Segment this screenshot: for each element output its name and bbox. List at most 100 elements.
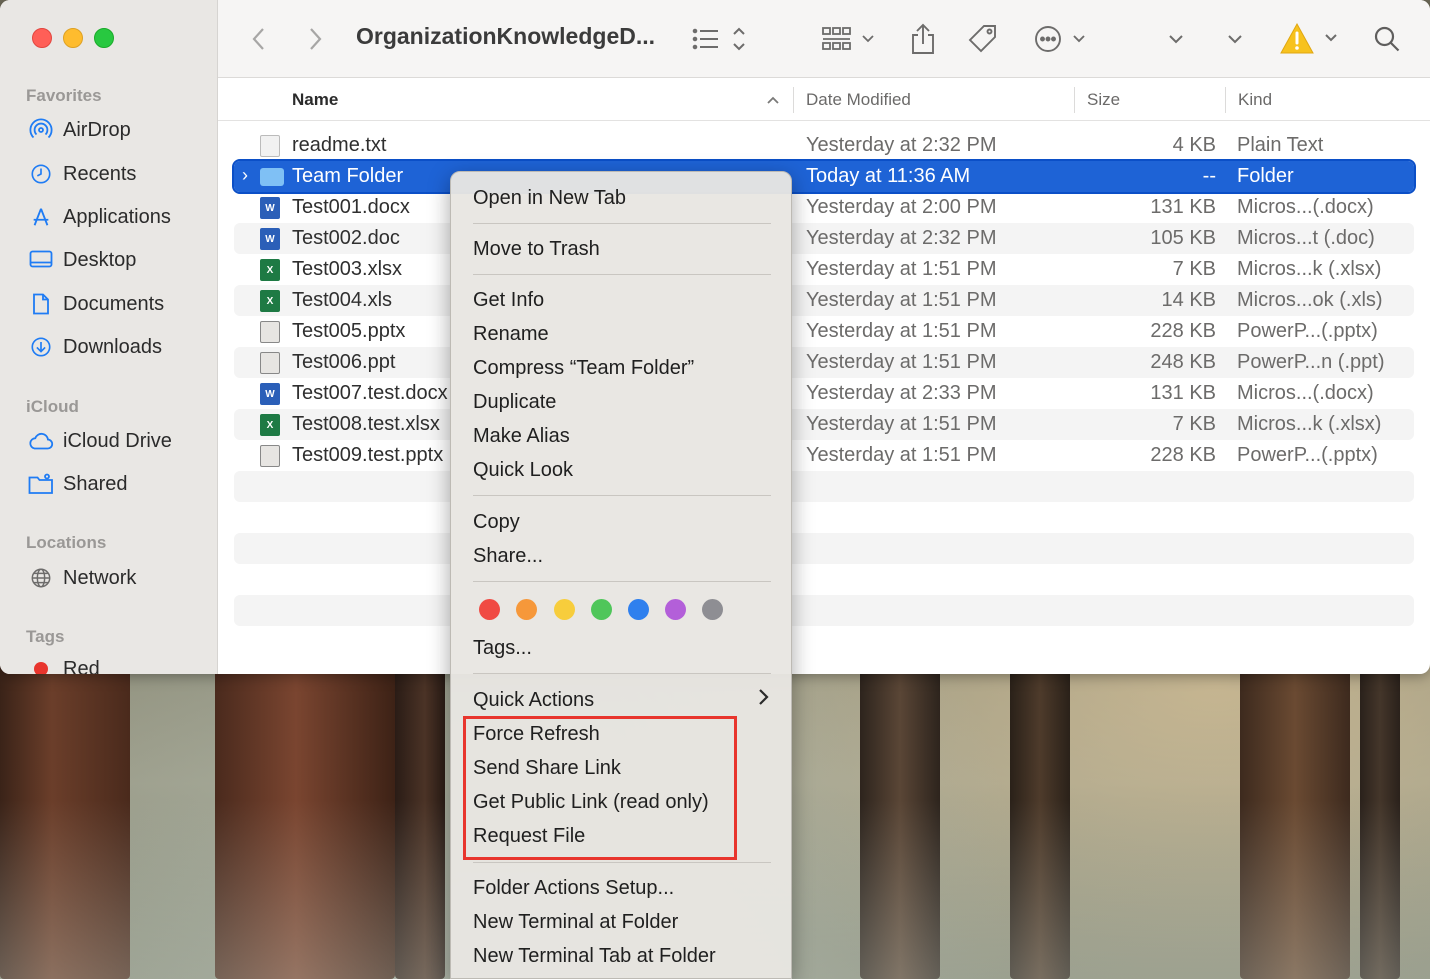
file-name: Test004.xls [292,289,393,311]
tag-color-red[interactable] [479,599,500,620]
toolbar-dropdown-1[interactable] [1168,20,1184,58]
tag-button[interactable] [968,20,998,58]
globe-icon [28,565,54,591]
file-name: Test001.docx [292,196,410,218]
tag-color-green[interactable] [591,599,612,620]
menu-item-quick-actions[interactable]: Quick Actions [473,689,594,712]
menu-item-tags[interactable]: Tags... [473,637,532,660]
sidebar-item-network[interactable]: Network [28,561,208,595]
file-name: Test002.doc [292,227,400,249]
toolbar: OrganizationKnowledgeD... [218,0,1430,78]
menu-item-folder-actions-setup[interactable]: Folder Actions Setup... [473,877,674,900]
menu-item-move-to-trash[interactable]: Move to Trash [473,238,600,261]
menu-item-duplicate[interactable]: Duplicate [473,391,556,414]
maximize-window-button[interactable] [94,28,114,48]
file-date: Yesterday at 2:00 PM [806,196,997,218]
powerpoint-file-icon [260,445,280,467]
sidebar-item-downloads[interactable]: Downloads [28,330,208,364]
chevron-down-icon [1169,35,1183,44]
airdrop-icon [28,117,54,143]
tag-color-purple[interactable] [665,599,686,620]
sort-ascending-icon[interactable] [766,95,780,105]
window-title: OrganizationKnowledgeD... [356,23,656,49]
sidebar-item-documents[interactable]: Documents [28,287,208,321]
file-row[interactable]: W Test002.doc Yesterday at 2:32 PM 105 K… [234,223,1414,254]
file-row[interactable]: X Test008.test.xlsx Yesterday at 1:51 PM… [234,409,1414,440]
column-kind-header[interactable]: Kind [1238,90,1272,110]
file-kind: PowerP...(.pptx) [1237,320,1378,342]
share-button[interactable] [910,20,936,58]
file-row[interactable]: W Test001.docx Yesterday at 2:00 PM 131 … [234,192,1414,223]
file-row[interactable]: Test006.ppt Yesterday at 1:51 PM 248 KB … [234,347,1414,378]
menu-item-new-terminal-tab[interactable]: New Terminal Tab at Folder [473,945,716,968]
file-size: 228 KB [1150,444,1216,466]
menu-item-rename[interactable]: Rename [473,323,549,346]
menu-item-share[interactable]: Share... [473,545,543,568]
applications-icon [28,204,54,230]
search-button[interactable] [1373,20,1401,58]
file-row[interactable]: W Test007.test.docx Yesterday at 2:33 PM… [234,378,1414,409]
close-window-button[interactable] [32,28,52,48]
sidebar-item-applications[interactable]: Applications [28,200,208,234]
menu-item-open-in-new-tab[interactable]: Open in New Tab [473,187,626,210]
warning-button[interactable] [1280,20,1340,58]
file-kind: Plain Text [1237,134,1324,156]
column-divider[interactable] [793,87,794,113]
menu-separator [473,495,771,496]
text-file-icon [260,135,280,157]
menu-item-copy[interactable]: Copy [473,511,520,534]
file-size: 4 KB [1172,134,1216,156]
column-date-header[interactable]: Date Modified [806,90,911,110]
clock-icon [28,161,54,187]
sidebar-item-tag-red[interactable]: Red [28,652,208,674]
menu-separator [473,274,771,275]
view-options-button[interactable] [692,20,748,58]
column-divider[interactable] [1074,87,1075,113]
column-divider[interactable] [1225,87,1226,113]
file-date: Yesterday at 1:51 PM [806,444,997,466]
sidebar-item-desktop[interactable]: Desktop [28,243,208,277]
file-date: Yesterday at 1:51 PM [806,351,997,373]
group-by-button[interactable] [822,20,878,58]
file-name: readme.txt [292,134,387,156]
tag-color-gray[interactable] [702,599,723,620]
file-row[interactable]: readme.txt Yesterday at 2:32 PM 4 KB Pla… [234,130,1414,161]
menu-separator [473,223,771,224]
file-row-selected[interactable]: › Team Folder Today at 11:36 AM -- Folde… [232,159,1416,194]
toolbar-dropdown-2[interactable] [1227,20,1243,58]
sidebar-item-label: AirDrop [63,118,131,141]
menu-item-quick-look[interactable]: Quick Look [473,459,573,482]
tag-color-orange[interactable] [516,599,537,620]
file-row[interactable]: Test005.pptx Yesterday at 1:51 PM 228 KB… [234,316,1414,347]
menu-item-compress[interactable]: Compress “Team Folder” [473,357,694,380]
menu-item-new-terminal[interactable]: New Terminal at Folder [473,911,678,934]
more-actions-button[interactable] [1034,20,1090,58]
column-size-header[interactable]: Size [1087,90,1120,110]
menu-item-make-alias[interactable]: Make Alias [473,425,570,448]
minimize-window-button[interactable] [63,28,83,48]
powerpoint-file-icon [260,321,280,343]
file-row[interactable]: Test009.test.pptx Yesterday at 1:51 PM 2… [234,440,1414,471]
column-header: Name Date Modified Size Kind [218,79,1430,121]
forward-button[interactable] [306,20,324,58]
tag-color-yellow[interactable] [554,599,575,620]
file-row[interactable]: X Test003.xlsx Yesterday at 1:51 PM 7 KB… [234,254,1414,285]
file-size: 14 KB [1161,289,1216,311]
sidebar-item-airdrop[interactable]: AirDrop [28,113,208,147]
sidebar-item-label: Network [63,566,137,589]
sidebar-item-recents[interactable]: Recents [28,157,208,191]
ellipsis-circle-icon [1035,26,1085,52]
file-name: Test008.test.xlsx [292,413,440,435]
sidebar-item-shared[interactable]: Shared [28,467,208,501]
menu-item-get-info[interactable]: Get Info [473,289,544,312]
file-name: Team Folder [292,165,404,187]
tag-color-blue[interactable] [628,599,649,620]
word-file-icon: W [260,228,280,250]
back-button[interactable] [250,20,268,58]
file-row[interactable]: X Test004.xls Yesterday at 1:51 PM 14 KB… [234,285,1414,316]
sidebar-item-icloud-drive[interactable]: iCloud Drive [28,424,208,458]
column-name-header[interactable]: Name [292,90,338,110]
file-name: Test006.ppt [292,351,396,373]
file-size: 7 KB [1172,413,1216,435]
disclosure-chevron-icon[interactable]: › [242,165,248,186]
